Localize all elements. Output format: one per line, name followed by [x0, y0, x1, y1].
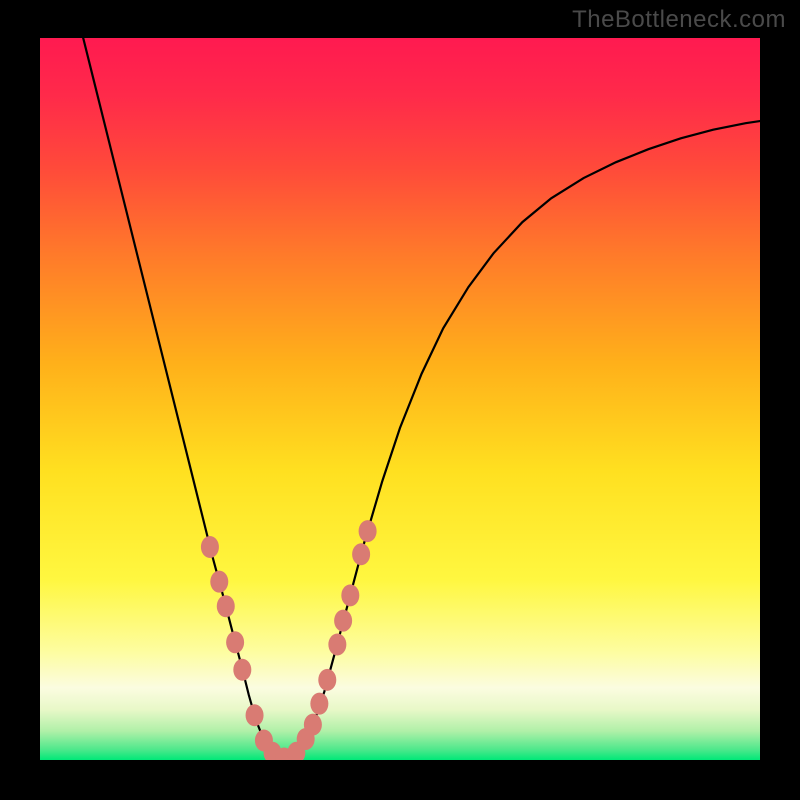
heat-gradient-background: [40, 38, 760, 760]
watermark-text: TheBottleneck.com: [572, 6, 786, 34]
chart-canvas: TheBottleneck.com: [0, 0, 800, 800]
plot-area: [40, 38, 760, 760]
